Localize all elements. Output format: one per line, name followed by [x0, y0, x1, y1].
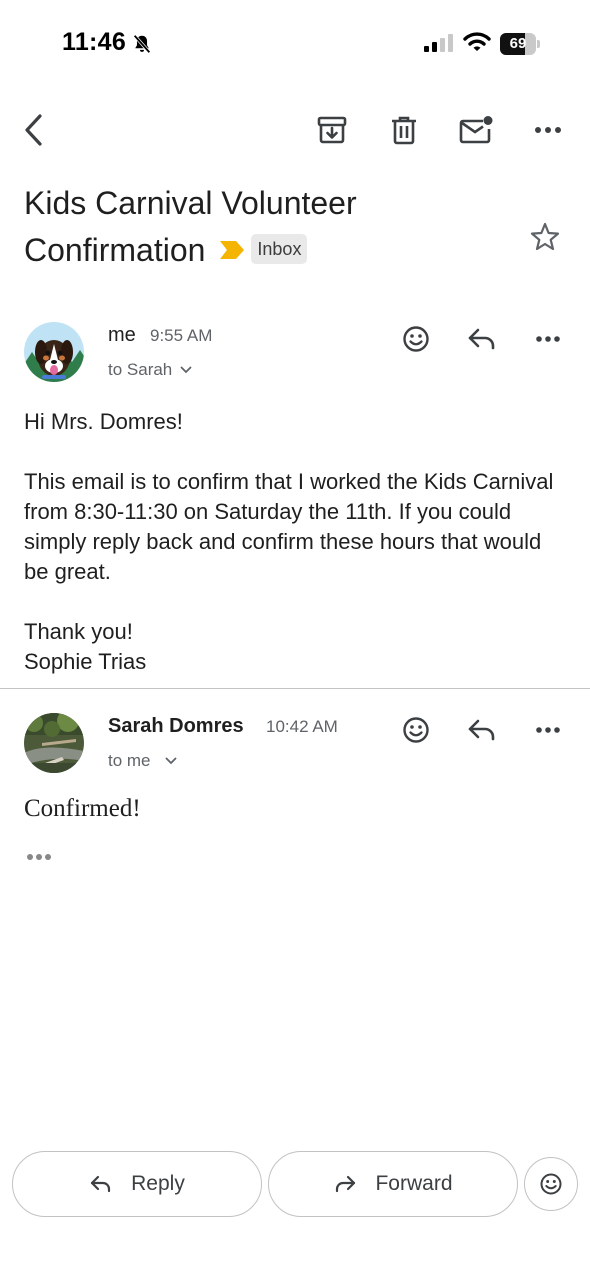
- message-paragraph: Sophie Trias: [24, 649, 147, 674]
- email-subject: Kids Carnival Volunteer Confirmation Inbo…: [24, 180, 524, 276]
- more-vertical-dots-icon[interactable]: [528, 110, 568, 150]
- message-time: 9:55 AM: [150, 326, 213, 345]
- forward-label: Forward: [375, 1172, 453, 1195]
- status-bar: 11:46 69: [0, 0, 590, 80]
- reply-label: Reply: [131, 1172, 185, 1195]
- avatar[interactable]: [24, 713, 84, 773]
- mark-unread-icon[interactable]: [456, 110, 496, 150]
- sender-name: Sarah Domres: [108, 715, 244, 737]
- reply-icon[interactable]: [464, 321, 500, 357]
- emoji-icon: [539, 1172, 563, 1196]
- wifi-icon: [462, 30, 492, 54]
- star-icon[interactable]: [526, 218, 564, 256]
- message-paragraph: Hi Mrs. Domres!: [24, 409, 183, 434]
- sender-name: me: [108, 324, 136, 346]
- message-paragraph: Thank you!: [24, 619, 133, 644]
- recipient-text: to Sarah: [108, 360, 173, 379]
- importance-marker-icon[interactable]: [219, 226, 245, 273]
- message-body: Hi Mrs. Domres! This email is to confirm…: [24, 407, 569, 677]
- forward-button[interactable]: Forward: [268, 1151, 518, 1217]
- reply-icon[interactable]: [464, 712, 500, 748]
- trash-icon[interactable]: [384, 110, 424, 150]
- battery-level: 69: [509, 35, 527, 52]
- label-inbox-chip[interactable]: Inbox: [251, 233, 308, 264]
- chevron-down-icon: [165, 757, 177, 765]
- message-body: Confirmed!: [24, 795, 141, 822]
- battery-icon: 69: [500, 33, 540, 55]
- chevron-down-icon: [180, 366, 192, 374]
- reply-button[interactable]: Reply: [12, 1151, 262, 1217]
- archive-icon[interactable]: [312, 110, 352, 150]
- message-time: 10:42 AM: [266, 717, 338, 736]
- emoji-react-button[interactable]: [524, 1157, 578, 1211]
- emoji-react-icon[interactable]: [398, 321, 434, 357]
- message-paragraph: This email is to confirm that I worked t…: [24, 469, 554, 584]
- more-options-icon[interactable]: [530, 321, 566, 357]
- bell-slash-icon: [130, 32, 154, 56]
- avatar[interactable]: [24, 322, 84, 382]
- emoji-react-icon[interactable]: [398, 712, 434, 748]
- cellular-signal-icon: [422, 32, 454, 54]
- back-chevron-icon[interactable]: [14, 110, 54, 150]
- message-divider: [0, 688, 590, 689]
- more-horizontal-dots-icon[interactable]: [22, 846, 56, 868]
- more-options-icon[interactable]: [530, 712, 566, 748]
- recipient-text: to me: [108, 751, 151, 770]
- forward-icon: [333, 1174, 357, 1194]
- recipient-details[interactable]: to me: [108, 751, 177, 771]
- recipient-details[interactable]: to Sarah: [108, 360, 192, 380]
- toolbar: [0, 100, 590, 160]
- reply-icon: [89, 1174, 113, 1194]
- status-time: 11:46: [62, 28, 127, 56]
